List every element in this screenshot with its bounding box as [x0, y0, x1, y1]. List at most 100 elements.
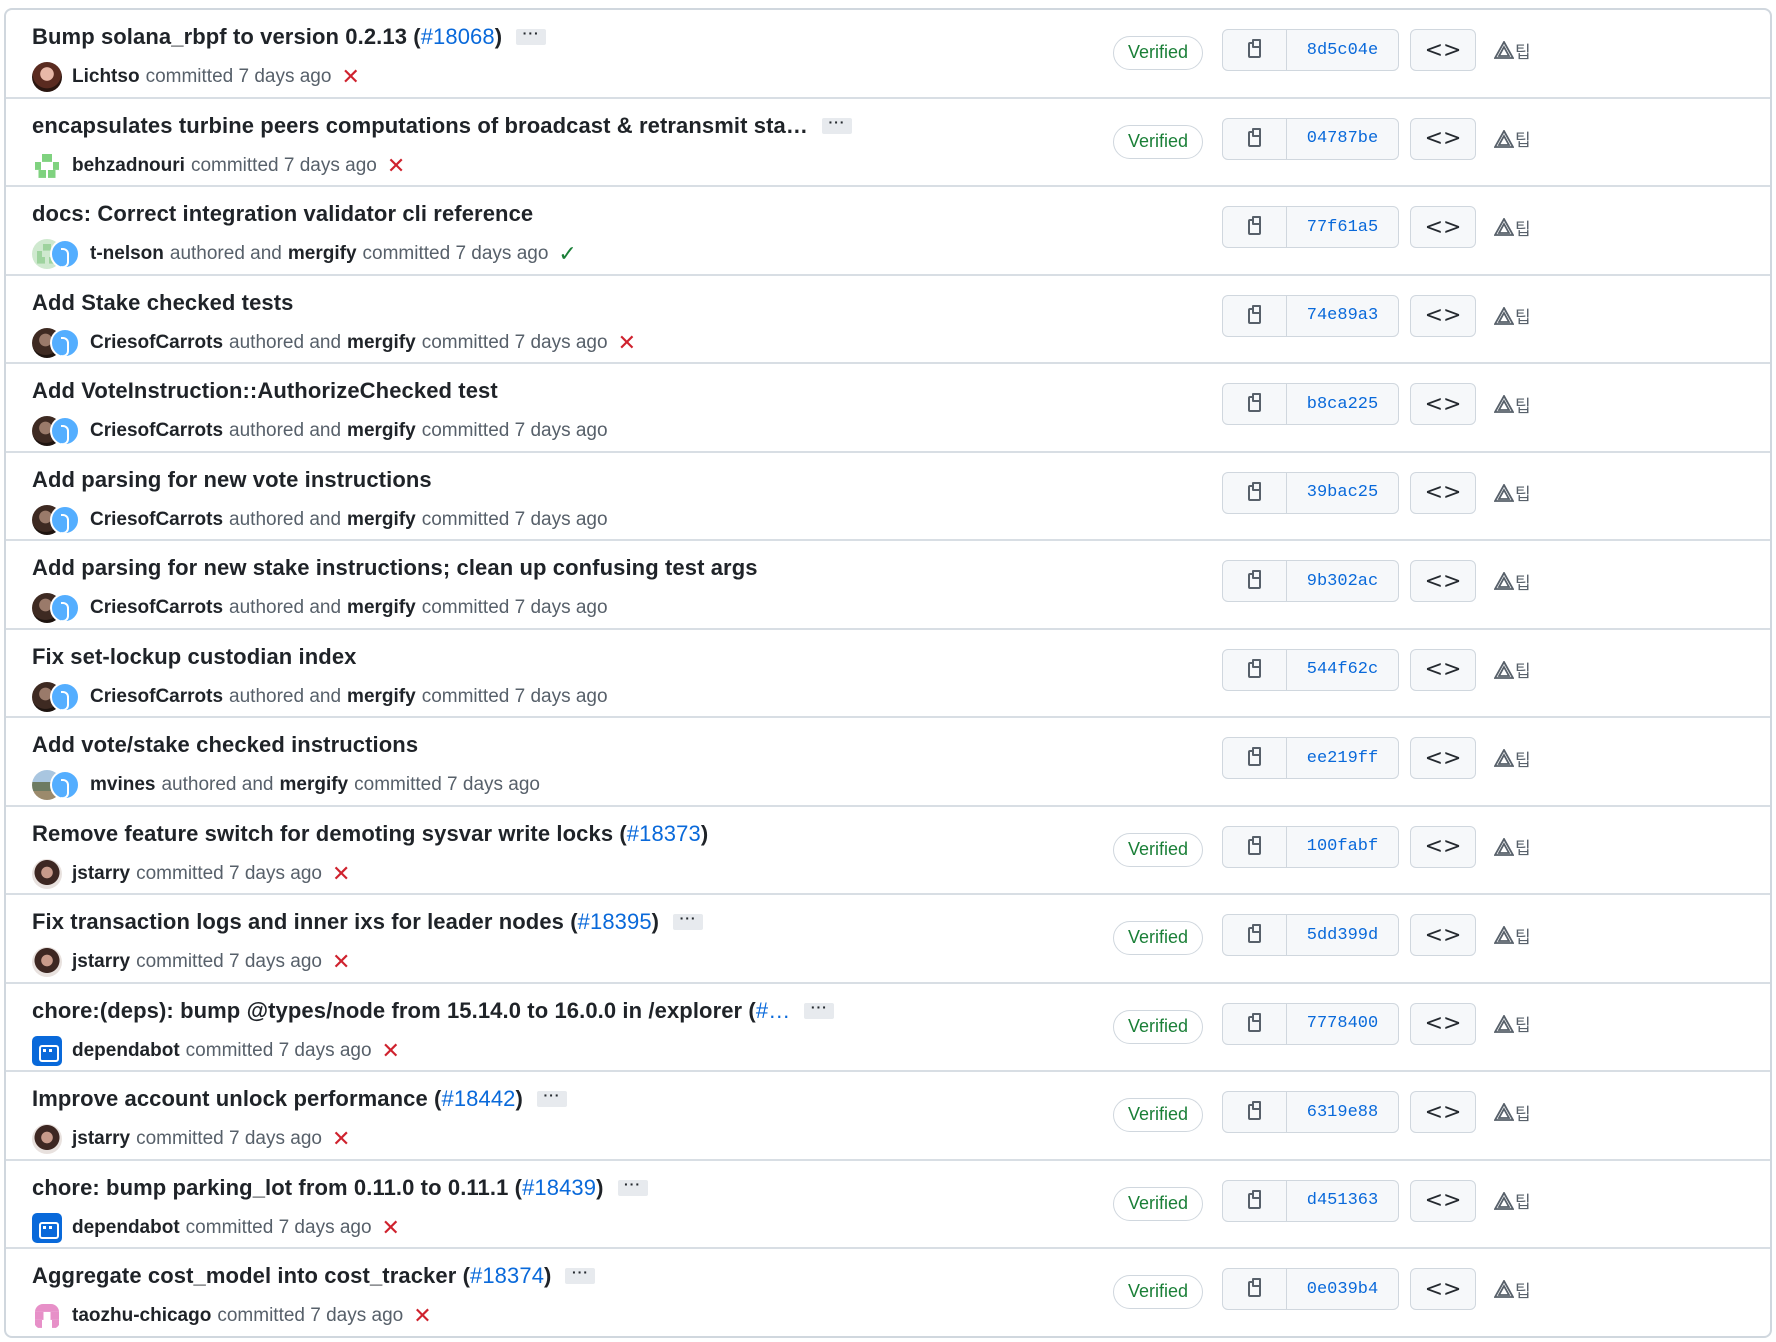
- pull-request-link[interactable]: #…: [756, 998, 790, 1024]
- extension-icon[interactable]: 팁: [1494, 127, 1531, 151]
- commit-message-link[interactable]: Improve account unlock performance (: [32, 1086, 441, 1112]
- avatar[interactable]: [50, 593, 80, 623]
- verified-badge[interactable]: Verified: [1113, 36, 1204, 70]
- commit-message-link[interactable]: docs: Correct integration validator cli …: [32, 201, 533, 227]
- commit-message-link[interactable]: Add VoteInstruction::AuthorizeChecked te…: [32, 378, 498, 404]
- avatar[interactable]: [32, 858, 62, 889]
- committer-link[interactable]: mergify: [279, 774, 348, 796]
- author-link[interactable]: jstarry: [72, 863, 130, 885]
- expand-message-button[interactable]: ···: [516, 26, 547, 45]
- extension-icon[interactable]: 팁: [1494, 1100, 1531, 1125]
- copy-sha-button[interactable]: [1223, 1180, 1287, 1221]
- author-link[interactable]: CriesofCarrots: [90, 686, 223, 708]
- avatar[interactable]: [32, 1301, 62, 1331]
- expand-message-button[interactable]: ···: [804, 1000, 835, 1019]
- extension-icon[interactable]: 팁: [1494, 392, 1531, 417]
- commit-sha-link[interactable]: 9b302ac: [1287, 561, 1398, 601]
- browse-code-button[interactable]: <>: [1410, 29, 1476, 71]
- copy-sha-button[interactable]: [1223, 738, 1287, 778]
- commit-message-link[interactable]: Add parsing for new vote instructions: [32, 467, 432, 493]
- copy-sha-button[interactable]: [1223, 30, 1287, 70]
- browse-code-button[interactable]: <>: [1410, 1268, 1476, 1310]
- avatar[interactable]: [32, 62, 62, 92]
- pull-request-link[interactable]: #18442: [441, 1086, 515, 1112]
- browse-code-button[interactable]: <>: [1410, 294, 1476, 337]
- avatar[interactable]: [32, 1124, 62, 1154]
- commit-sha-link[interactable]: 74e89a3: [1287, 296, 1398, 336]
- verified-badge[interactable]: Verified: [1113, 1098, 1204, 1132]
- extension-icon[interactable]: 팁: [1494, 1189, 1531, 1213]
- pull-request-link[interactable]: #18439: [522, 1175, 596, 1201]
- verified-badge[interactable]: Verified: [1113, 921, 1204, 955]
- browse-code-button[interactable]: <>: [1410, 914, 1476, 956]
- ci-failed-icon[interactable]: ✕: [382, 1216, 400, 1239]
- copy-sha-button[interactable]: [1223, 118, 1287, 159]
- ci-failed-icon[interactable]: ✕: [413, 1305, 431, 1327]
- expand-message-button[interactable]: ···: [821, 115, 852, 134]
- avatar[interactable]: [50, 504, 80, 535]
- committer-link[interactable]: mergify: [288, 243, 357, 265]
- copy-sha-button[interactable]: [1223, 295, 1287, 336]
- browse-code-button[interactable]: <>: [1410, 1091, 1476, 1133]
- commit-message-link[interactable]: Remove feature switch for demoting sysva…: [32, 821, 627, 847]
- extension-icon[interactable]: 팁: [1494, 923, 1531, 948]
- commit-message-link[interactable]: Add vote/stake checked instructions: [32, 732, 418, 758]
- avatar[interactable]: [32, 947, 62, 977]
- author-link[interactable]: mvines: [90, 774, 155, 796]
- extension-icon[interactable]: 팁: [1494, 658, 1531, 682]
- browse-code-button[interactable]: <>: [1410, 560, 1476, 602]
- avatar[interactable]: [32, 150, 62, 181]
- browse-code-button[interactable]: <>: [1410, 737, 1476, 779]
- commit-message-link[interactable]: Add parsing for new stake instructions; …: [32, 555, 758, 581]
- author-link[interactable]: dependabot: [72, 1040, 180, 1062]
- avatar[interactable]: [32, 1212, 62, 1243]
- author-link[interactable]: CriesofCarrots: [90, 332, 223, 354]
- commit-message-link[interactable]: chore:(deps): bump @types/node from 15.1…: [32, 998, 756, 1024]
- extension-icon[interactable]: 팁: [1494, 835, 1531, 859]
- browse-code-button[interactable]: <>: [1410, 206, 1476, 248]
- copy-sha-button[interactable]: [1223, 207, 1287, 247]
- copy-sha-button[interactable]: [1223, 1003, 1287, 1044]
- ci-failed-icon[interactable]: ✕: [387, 154, 405, 177]
- verified-badge[interactable]: Verified: [1113, 1275, 1204, 1309]
- ci-failed-icon[interactable]: ✕: [332, 862, 350, 885]
- commit-sha-link[interactable]: 544f62c: [1287, 650, 1398, 690]
- author-link[interactable]: CriesofCarrots: [90, 509, 223, 531]
- expand-message-button[interactable]: ···: [536, 1088, 567, 1107]
- extension-icon[interactable]: 팁: [1494, 569, 1531, 594]
- browse-code-button[interactable]: <>: [1410, 1179, 1476, 1222]
- extension-icon[interactable]: 팁: [1494, 1012, 1531, 1036]
- commit-sha-link[interactable]: 7778400: [1287, 1004, 1398, 1044]
- commit-sha-link[interactable]: 0e039b4: [1287, 1269, 1398, 1309]
- commit-sha-link[interactable]: 5dd399d: [1287, 915, 1398, 955]
- avatar[interactable]: [32, 1035, 62, 1066]
- commit-message-link[interactable]: Bump solana_rbpf to version 0.2.13 (: [32, 24, 421, 50]
- ci-failed-icon[interactable]: ✕: [341, 66, 359, 88]
- copy-sha-button[interactable]: [1223, 649, 1287, 690]
- author-link[interactable]: jstarry: [72, 951, 130, 973]
- author-link[interactable]: Lichtso: [72, 66, 140, 88]
- commit-message-link[interactable]: Fix set-lockup custodian index: [32, 644, 357, 670]
- pull-request-link[interactable]: #18068: [421, 24, 495, 50]
- extension-icon[interactable]: 팁: [1494, 38, 1531, 63]
- copy-sha-button[interactable]: [1223, 384, 1287, 424]
- author-link[interactable]: behzadnouri: [72, 155, 185, 177]
- browse-code-button[interactable]: <>: [1410, 383, 1476, 425]
- extension-icon[interactable]: 팁: [1494, 304, 1531, 328]
- avatar[interactable]: [50, 327, 80, 358]
- verified-badge[interactable]: Verified: [1113, 1186, 1204, 1221]
- avatar[interactable]: [50, 681, 80, 712]
- commit-message-link[interactable]: chore: bump parking_lot from 0.11.0 to 0…: [32, 1175, 522, 1201]
- avatar[interactable]: [50, 239, 80, 269]
- committer-link[interactable]: mergify: [347, 597, 416, 619]
- committer-link[interactable]: mergify: [347, 509, 416, 531]
- pull-request-link[interactable]: #18395: [578, 909, 652, 935]
- commit-sha-link[interactable]: 39bac25: [1287, 473, 1398, 513]
- author-link[interactable]: CriesofCarrots: [90, 597, 223, 619]
- expand-message-button[interactable]: ···: [565, 1265, 596, 1284]
- copy-sha-button[interactable]: [1223, 915, 1287, 955]
- author-link[interactable]: t-nelson: [90, 243, 164, 265]
- copy-sha-button[interactable]: [1223, 1092, 1287, 1132]
- ci-failed-icon[interactable]: ✕: [332, 951, 350, 973]
- copy-sha-button[interactable]: [1223, 826, 1287, 867]
